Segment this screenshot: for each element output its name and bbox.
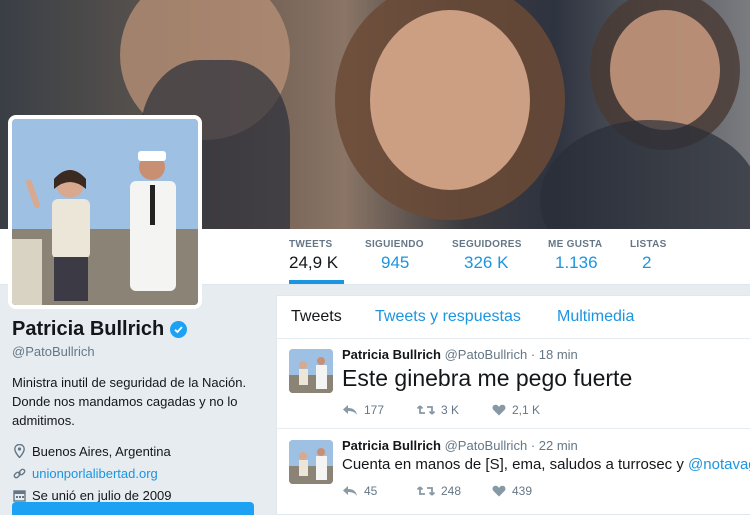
link-icon	[12, 466, 26, 480]
tweet-author-handle[interactable]: @PatoBullrich	[445, 438, 528, 453]
reply-icon	[343, 405, 357, 415]
tweet-avatar[interactable]	[289, 440, 333, 484]
like-count: 2,1 K	[512, 403, 541, 417]
stat-followers[interactable]: SEGUIDORES 326 K	[452, 239, 522, 273]
profile-name[interactable]: Patricia Bullrich	[12, 318, 164, 341]
retweet-button[interactable]: 3 K	[417, 403, 492, 417]
reply-button[interactable]: 177	[342, 403, 417, 417]
stat-tweets[interactable]: TWEETS 24,9 K	[289, 239, 345, 284]
retweet-icon	[417, 405, 435, 415]
tab-tweets-replies[interactable]: Tweets y respuestas	[375, 308, 521, 326]
tweet-author-name[interactable]: Patricia Bullrich	[342, 438, 441, 453]
timeline-tabs: Tweets Tweets y respuestas Multimedia	[277, 296, 750, 339]
stat-following[interactable]: SIGUIENDO 945	[365, 239, 424, 273]
tweet-avatar[interactable]	[289, 349, 333, 393]
tweet-item[interactable]: Patricia Bullrich @PatoBullrich · 22 min…	[277, 430, 750, 515]
profile-handle[interactable]: @PatoBullrich	[12, 344, 262, 359]
location-pin-icon	[12, 444, 26, 458]
tweet-text-body: Cuenta en manos de [S], ema, saludos a t…	[342, 456, 689, 473]
website-link[interactable]: unionporlalibertad.org	[32, 466, 158, 481]
like-button[interactable]: 439	[492, 484, 567, 498]
tweet-actions: 45 248 439	[342, 484, 567, 498]
website-row: unionporlalibertad.org	[12, 462, 262, 484]
retweet-count: 248	[441, 484, 462, 498]
tweet-author-handle[interactable]: @PatoBullrich	[445, 347, 528, 362]
stat-lists[interactable]: LISTAS 2	[630, 239, 667, 273]
stat-likes[interactable]: ME GUSTA 1.136	[548, 239, 602, 273]
verified-badge-icon	[170, 321, 188, 338]
location-row: Buenos Aires, Argentina	[12, 440, 262, 462]
tweet-text: Este ginebra me pego fuerte	[342, 365, 633, 391]
tweet-header: Patricia Bullrich @PatoBullrich · 18 min	[342, 347, 578, 362]
retweet-count: 3 K	[441, 403, 460, 417]
retweet-button[interactable]: 248	[417, 484, 492, 498]
profile-avatar[interactable]	[8, 115, 202, 309]
tweet-author-name[interactable]: Patricia Bullrich	[342, 347, 441, 362]
like-button[interactable]: 2,1 K	[492, 403, 567, 417]
profile-bio: Ministra inutil de seguridad de la Nació…	[12, 375, 247, 428]
tweet-mention[interactable]: @notavag	[688, 456, 750, 473]
tab-tweets[interactable]: Tweets	[291, 308, 342, 326]
tab-media[interactable]: Multimedia	[557, 308, 634, 326]
reply-button[interactable]: 45	[342, 484, 417, 498]
retweet-icon	[417, 486, 435, 496]
reply-count: 177	[364, 403, 385, 417]
tweet-time[interactable]: · 18 min	[531, 347, 578, 362]
name-row: Patricia Bullrich	[12, 318, 262, 341]
like-count: 439	[512, 484, 533, 498]
tweet-actions: 177 3 K 2,1 K	[342, 403, 567, 417]
tweet-time[interactable]: · 22 min	[531, 438, 578, 453]
tweet-item[interactable]: Patricia Bullrich @PatoBullrich · 18 min…	[277, 339, 750, 429]
joined-text: Se unió en julio de 2009	[32, 487, 172, 503]
location-text: Buenos Aires, Argentina	[32, 443, 171, 459]
tweet-header: Patricia Bullrich @PatoBullrich · 22 min	[342, 438, 578, 453]
profile-meta: Buenos Aires, Argentina unionporlalibert…	[12, 440, 262, 506]
avatar-photo	[12, 119, 198, 305]
profile-card: Patricia Bullrich @PatoBullrich Ministra…	[12, 318, 262, 506]
follow-button[interactable]	[12, 502, 254, 515]
heart-icon	[492, 485, 506, 497]
reply-icon	[343, 486, 357, 496]
reply-count: 45	[364, 484, 378, 498]
calendar-icon	[12, 488, 26, 502]
timeline: Tweets Tweets y respuestas Multimedia Pa…	[276, 295, 750, 515]
tweet-text: Cuenta en manos de [S], ema, saludos a t…	[342, 456, 750, 473]
heart-icon	[492, 404, 506, 416]
